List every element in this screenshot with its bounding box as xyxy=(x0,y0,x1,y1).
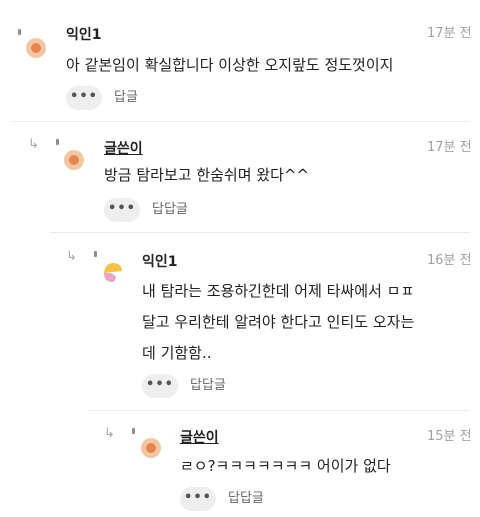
avatar-icon[interactable] xyxy=(100,259,126,285)
avatar-icon[interactable] xyxy=(141,438,161,458)
reply-arrow-icon: ↳ xyxy=(28,137,39,152)
reply-button[interactable]: 답답글 xyxy=(228,491,264,507)
comment-time: 17분 전 xyxy=(427,26,472,41)
comment-time: 15분 전 xyxy=(427,429,472,444)
more-options-button[interactable]: ••• xyxy=(180,487,216,511)
comment-time: 16분 전 xyxy=(427,253,472,268)
reply-arrow-icon: ↳ xyxy=(104,426,115,441)
reply-button[interactable]: 답답글 xyxy=(152,202,188,218)
more-options-button[interactable]: ••• xyxy=(142,374,178,398)
comment-text-line: 달고 우리한테 알려야 한다고 인티도 오자는 xyxy=(142,313,415,331)
comment-text-line: 데 기함함.. xyxy=(142,344,212,362)
comment-divider xyxy=(50,232,470,233)
comment-marker-icon xyxy=(132,428,135,434)
comment-text-line: 아 같본임이 확실합니다 이상한 오지랖도 정도껏이지 xyxy=(66,56,394,74)
author-nickname[interactable]: 익인1 xyxy=(142,253,178,271)
comment-text-line: ㄹㅇ?ㅋㅋㅋㅋㅋㅋㅋ 어이가 없다 xyxy=(180,457,391,475)
comment-marker-icon xyxy=(94,251,97,257)
comment-marker-icon xyxy=(18,29,21,35)
comment-text-line: 내 탐라는 조용하긴한데 어제 타싸에서 ㅁㅍ xyxy=(142,282,415,300)
comment-divider xyxy=(88,410,470,411)
reply-arrow-icon: ↳ xyxy=(66,249,77,264)
comment-marker-icon xyxy=(56,139,59,145)
more-options-button[interactable]: ••• xyxy=(66,86,102,110)
author-nickname[interactable]: 익인1 xyxy=(66,26,102,44)
more-options-button[interactable]: ••• xyxy=(104,198,140,222)
avatar-icon[interactable] xyxy=(64,150,84,170)
reply-button[interactable]: 답글 xyxy=(114,90,138,106)
comment-divider xyxy=(12,121,470,122)
reply-button[interactable]: 답답글 xyxy=(190,378,226,394)
avatar-icon[interactable] xyxy=(26,38,46,58)
comment-time: 17분 전 xyxy=(427,140,472,155)
author-nickname[interactable]: 글쓴이 xyxy=(180,429,219,447)
comment-text-line: 방금 탐라보고 한숨쉬며 왔다^^ xyxy=(104,166,310,184)
author-nickname[interactable]: 글쓴이 xyxy=(104,140,143,158)
